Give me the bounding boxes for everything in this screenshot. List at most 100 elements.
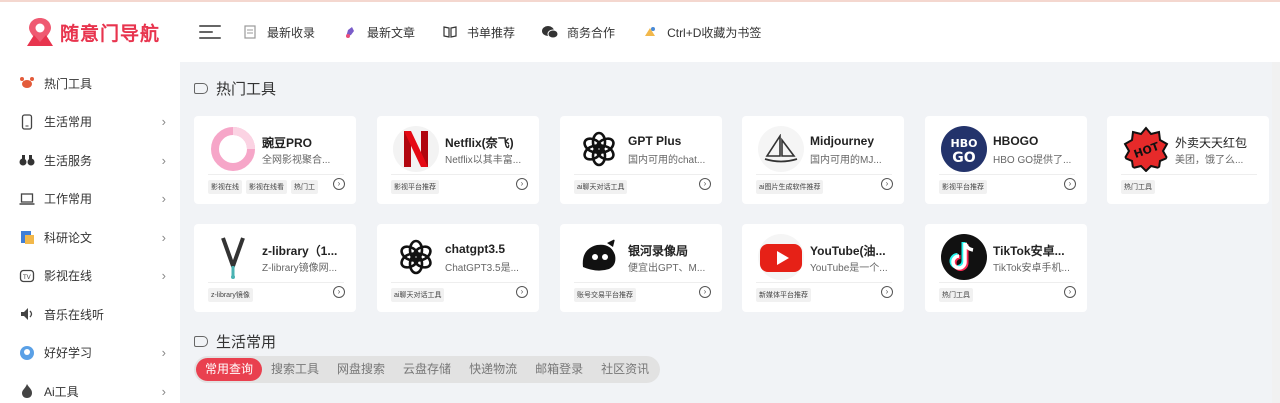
site-card-youtube[interactable]: YouTube(油... YouTube是一个... 新媒体平台推荐 › bbox=[742, 224, 904, 312]
sidebar-item-label: 音乐在线听 bbox=[44, 307, 105, 322]
tab-netdisk-search[interactable]: 网盘搜索 bbox=[328, 358, 394, 381]
openai-icon bbox=[393, 234, 439, 280]
top-nav: 最新收录 最新文章 书单推荐 商务合作 Ctrl+D收藏为书签 bbox=[241, 23, 787, 41]
arrow-right-circle-icon[interactable]: › bbox=[1064, 286, 1076, 298]
sidebar-item-music[interactable]: 音乐在线听 bbox=[0, 295, 180, 334]
arrow-right-circle-icon[interactable]: › bbox=[1064, 178, 1076, 190]
svg-text:TV: TV bbox=[22, 274, 32, 281]
card-desc: YouTube是一个... bbox=[810, 263, 888, 274]
card-tag[interactable]: z-library镜像 bbox=[208, 288, 253, 302]
site-card-midjourney[interactable]: Midjourney 国内可用的MJ... ai图片生成软件推荐 › bbox=[742, 116, 904, 204]
chevron-right-icon: › bbox=[161, 114, 166, 130]
card-tag[interactable]: 账号交易平台推荐 bbox=[574, 288, 636, 302]
page-scrollbar[interactable] bbox=[1272, 62, 1280, 403]
card-desc: Netflix以其丰富... bbox=[445, 155, 522, 166]
card-tag[interactable]: 影视在线 bbox=[208, 180, 242, 194]
card-title: YouTube(油... bbox=[810, 244, 886, 258]
bookmark-icon bbox=[641, 23, 659, 41]
arrow-right-circle-icon[interactable]: › bbox=[881, 178, 893, 190]
sidebar-item-movies[interactable]: TV 影视在线 › bbox=[0, 257, 180, 296]
card-tag[interactable]: 热门工 bbox=[291, 180, 318, 194]
site-card-netflix[interactable]: Netflix(奈飞) Netflix以其丰富... 影视平台推荐 › bbox=[377, 116, 539, 204]
tab-cloud-storage[interactable]: 云盘存储 bbox=[394, 358, 460, 381]
nav-item-latest-collection[interactable]: 最新收录 bbox=[241, 23, 315, 41]
card-title: 豌豆PRO bbox=[262, 136, 313, 150]
site-card-zlibrary[interactable]: z-library（1... Z-library镜像网... z-library… bbox=[194, 224, 356, 312]
site-card-tiktok[interactable]: TikTok安卓... TikTok安卓手机... 热门工具 › bbox=[925, 224, 1087, 312]
sidebar-item-ai-tools[interactable]: Ai工具 › bbox=[0, 372, 180, 403]
nav-item-latest-articles[interactable]: 最新文章 bbox=[341, 23, 415, 41]
site-card-hbogo[interactable]: HBO GO HBOGO HBO GO提供了... 影视平台推荐 › bbox=[925, 116, 1087, 204]
main-content: 热门工具 豌豆PRO 全网影视聚合... 影视在线 影视在线看 热门工 › Ne… bbox=[180, 62, 1280, 403]
study-icon bbox=[18, 344, 36, 362]
card-title: Netflix(奈飞) bbox=[445, 136, 514, 150]
netflix-icon bbox=[393, 126, 439, 172]
sidebar-item-label: 生活常用 bbox=[44, 115, 93, 130]
sidebar-item-label: Ai工具 bbox=[44, 384, 79, 399]
arrow-right-circle-icon[interactable]: › bbox=[516, 286, 528, 298]
card-tag[interactable]: ai聊天对话工具 bbox=[391, 288, 445, 302]
nav-item-book-list[interactable]: 书单推荐 bbox=[441, 23, 515, 41]
tab-express[interactable]: 快递物流 bbox=[460, 358, 526, 381]
sidebar-item-label: 生活服务 bbox=[44, 153, 93, 168]
header: 随意门导航 最新收录 最新文章 书单推荐 商务合作 Ctrl+D收藏为书签 bbox=[0, 2, 1280, 62]
site-card-yinhe[interactable]: 银河录像局 便宜出GPT、M... 账号交易平台推荐 › bbox=[560, 224, 722, 312]
sidebar-item-study[interactable]: 好好学习 › bbox=[0, 334, 180, 373]
tiktok-icon bbox=[941, 234, 987, 280]
logo[interactable]: 随意门导航 bbox=[0, 16, 185, 48]
card-tag[interactable]: 影视平台推荐 bbox=[939, 180, 987, 194]
card-tag[interactable]: ai聊天对话工具 bbox=[574, 180, 628, 194]
hot-badge-icon: HOT bbox=[1123, 126, 1169, 172]
tab-common-query[interactable]: 常用查询 bbox=[196, 358, 263, 381]
nav-item-bookmark[interactable]: Ctrl+D收藏为书签 bbox=[641, 23, 761, 41]
card-desc: ChatGPT3.5是... bbox=[445, 263, 519, 274]
card-title: Midjourney bbox=[810, 134, 875, 148]
card-tag[interactable]: 热门工具 bbox=[939, 288, 973, 302]
site-card-waimai-hongbao[interactable]: HOT 外卖天天红包 美团，饿了么... 热门工具 bbox=[1107, 116, 1269, 204]
tab-search-tools[interactable]: 搜索工具 bbox=[262, 358, 328, 381]
sidebar-item-work[interactable]: 工作常用 › bbox=[0, 180, 180, 219]
wandou-pro-icon bbox=[210, 126, 256, 172]
arrow-right-circle-icon[interactable]: › bbox=[333, 286, 345, 298]
tab-email-login[interactable]: 邮箱登录 bbox=[526, 358, 592, 381]
card-tag[interactable]: 影视平台推荐 bbox=[391, 180, 439, 194]
card-desc: Z-library镜像网... bbox=[262, 263, 337, 274]
fire-icon bbox=[18, 382, 36, 400]
youtube-icon bbox=[758, 234, 804, 280]
arrow-right-circle-icon[interactable]: › bbox=[699, 178, 711, 190]
card-tag[interactable]: 热门工具 bbox=[1121, 180, 1155, 194]
book-icon bbox=[441, 23, 459, 41]
card-tag[interactable]: 新媒体平台推荐 bbox=[756, 288, 811, 302]
sidebar-item-research[interactable]: 科研论文 › bbox=[0, 218, 180, 257]
pen-icon bbox=[341, 23, 359, 41]
laptop-icon bbox=[18, 190, 36, 208]
card-tag[interactable]: 影视在线看 bbox=[246, 180, 287, 194]
section-title-hot-tools: 热门工具 bbox=[194, 78, 276, 99]
sidebar-item-daily[interactable]: 生活常用 › bbox=[0, 103, 180, 142]
card-desc: 全网影视聚合... bbox=[262, 155, 331, 166]
sidebar-item-hot-tools[interactable]: 热门工具 bbox=[0, 64, 180, 103]
tab-community[interactable]: 社区资讯 bbox=[592, 358, 658, 381]
arrow-right-circle-icon[interactable]: › bbox=[516, 178, 528, 190]
arrow-right-circle-icon[interactable]: › bbox=[881, 286, 893, 298]
card-tag[interactable]: ai图片生成软件推荐 bbox=[756, 180, 824, 194]
chevron-right-icon: › bbox=[161, 383, 166, 399]
arrow-right-circle-icon[interactable]: › bbox=[333, 178, 345, 190]
sidebar-item-services[interactable]: 生活服务 › bbox=[0, 141, 180, 180]
arrow-right-circle-icon[interactable]: › bbox=[699, 286, 711, 298]
ghost-icon bbox=[576, 234, 622, 280]
category-tabs: 常用查询 搜索工具 网盘搜索 云盘存储 快递物流 邮箱登录 社区资讯 bbox=[194, 356, 661, 383]
site-name: 随意门导航 bbox=[60, 23, 161, 45]
wechat-icon bbox=[541, 23, 559, 41]
card-desc: 美团，饿了么... bbox=[1175, 155, 1244, 166]
map-pin-logo-icon bbox=[24, 16, 56, 48]
card-desc: HBO GO提供了... bbox=[993, 155, 1072, 166]
site-card-chatgpt35[interactable]: chatgpt3.5 ChatGPT3.5是... ai聊天对话工具 › bbox=[377, 224, 539, 312]
site-card-gpt-plus[interactable]: GPT Plus 国内可用的chat... ai聊天对话工具 › bbox=[560, 116, 722, 204]
tag-icon bbox=[194, 83, 208, 94]
sidebar: 热门工具 生活常用 › 生活服务 › 工作常用 › 科研论文 › TV 影视在线… bbox=[0, 62, 180, 403]
nav-item-business[interactable]: 商务合作 bbox=[541, 23, 615, 41]
menu-toggle-button[interactable] bbox=[199, 21, 221, 43]
site-card-wandou-pro[interactable]: 豌豆PRO 全网影视聚合... 影视在线 影视在线看 热门工 › bbox=[194, 116, 356, 204]
section-title-text: 生活常用 bbox=[216, 334, 277, 351]
